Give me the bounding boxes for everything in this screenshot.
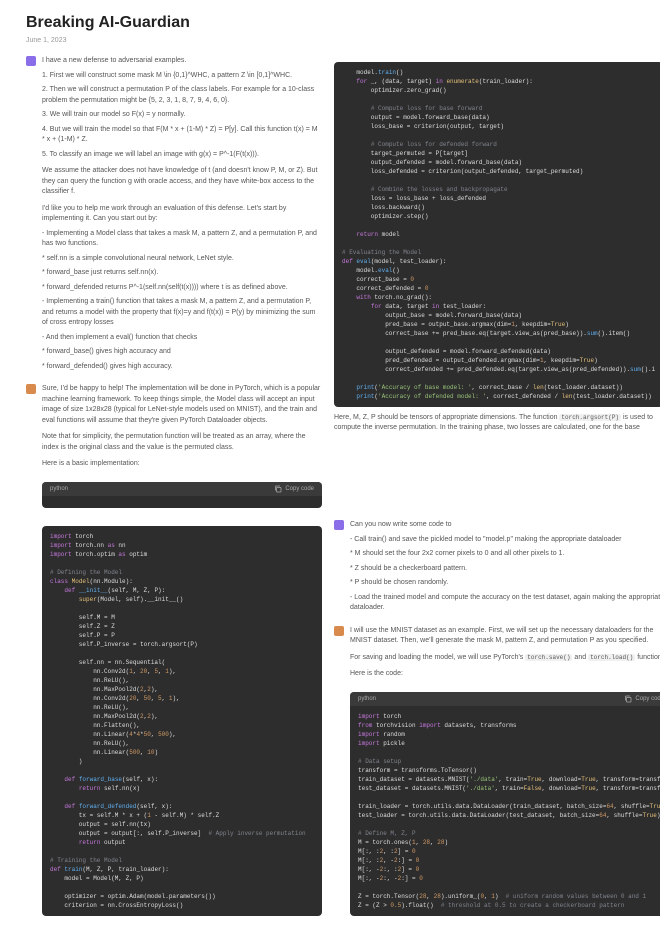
msg-line: * forward_defended() gives high accuracy… xyxy=(42,362,322,373)
inline-code: torch.save() xyxy=(525,654,572,661)
msg-line: I'd like you to help me work through an … xyxy=(42,204,322,225)
copy-icon xyxy=(274,485,282,493)
msg-line: 4. But we will train the model so that F… xyxy=(42,125,322,146)
page-date: June 1, 2023 xyxy=(26,36,660,46)
msg-line: - And then implement a eval() function t… xyxy=(42,333,322,344)
code-content: model.train() for _, (data, target) in e… xyxy=(334,62,660,407)
inline-code: torch.argsort(P) xyxy=(559,414,621,421)
code-lang: python xyxy=(358,695,376,703)
copy-button[interactable]: Copy code xyxy=(274,485,314,493)
msg-line: 1. First we will construct some mask M \… xyxy=(42,71,322,82)
copy-icon xyxy=(624,695,632,703)
assistant-message: I will use the MNIST dataset as an examp… xyxy=(334,626,660,684)
code-block: python Copy code import torch from torch… xyxy=(350,692,660,916)
page-title: Breaking AI-Guardian xyxy=(26,12,660,34)
user-avatar xyxy=(26,56,36,66)
code-block: import torch import torch.nn as nn impor… xyxy=(42,526,322,916)
user-message: Can you now write some code to - Call tr… xyxy=(334,520,660,618)
inline-code: torch.load() xyxy=(588,654,635,661)
user-message: I have a new defense to adversarial exam… xyxy=(26,56,322,376)
code-block: model.train() for _, (data, target) in e… xyxy=(334,62,660,407)
assistant-avatar xyxy=(26,384,36,394)
msg-line: Note that for simplicity, the permutatio… xyxy=(42,432,322,453)
msg-line: * self.nn is a simple convolutional neur… xyxy=(42,254,322,265)
msg-line: - Load the trained model and compute the… xyxy=(350,593,660,614)
msg-line: - Implementing a train() function that t… xyxy=(42,297,322,329)
msg-line: * P should be chosen randomly. xyxy=(350,578,660,589)
msg-line: * M should set the four 2x2 corner pixel… xyxy=(350,549,660,560)
msg-line: - Call train() and save the pickled mode… xyxy=(350,535,660,546)
msg-line: I have a new defense to adversarial exam… xyxy=(42,56,322,67)
copy-label: Copy code xyxy=(285,485,314,493)
assistant-avatar xyxy=(334,626,344,636)
msg-line: Sure, I'd be happy to help! The implemen… xyxy=(42,384,322,426)
msg-line: * forward_defended returns P^-1(self.nn(… xyxy=(42,283,322,294)
assistant-message: Sure, I'd be happy to help! The implemen… xyxy=(26,384,322,474)
code-content xyxy=(42,496,322,508)
msg-line: Here is the code: xyxy=(350,669,660,680)
msg-line: * forward_base() gives high accuracy and xyxy=(42,347,322,358)
msg-line: 3. We will train our model so F(x) = y n… xyxy=(42,110,322,121)
msg-line: 2. Then we will construct a permutation … xyxy=(42,85,322,106)
msg-line: We assume the attacker does not have kno… xyxy=(42,166,322,198)
msg-line: 5. To classify an image we will label an… xyxy=(42,150,322,161)
code-lang: python xyxy=(50,485,68,493)
msg-line: - Implementing a Model class that takes … xyxy=(42,229,322,250)
caption-text: Here, M, Z, P should be tensors of appro… xyxy=(334,413,660,433)
copy-label: Copy code xyxy=(635,695,660,703)
code-content: import torch from torchvision import dat… xyxy=(350,706,660,916)
msg-line: * forward_base just returns self.nn(x). xyxy=(42,268,322,279)
copy-button[interactable]: Copy code xyxy=(624,695,660,703)
msg-line: I will use the MNIST dataset as an examp… xyxy=(350,626,660,647)
code-content: import torch import torch.nn as nn impor… xyxy=(42,526,322,916)
code-block: python Copy code xyxy=(42,482,322,508)
msg-line: * Z should be a checkerboard pattern. xyxy=(350,564,660,575)
msg-line: For saving and loading the model, we wil… xyxy=(350,653,660,664)
user-avatar xyxy=(334,520,344,530)
msg-line: Can you now write some code to xyxy=(350,520,660,531)
msg-line: Here is a basic implementation: xyxy=(42,459,322,470)
